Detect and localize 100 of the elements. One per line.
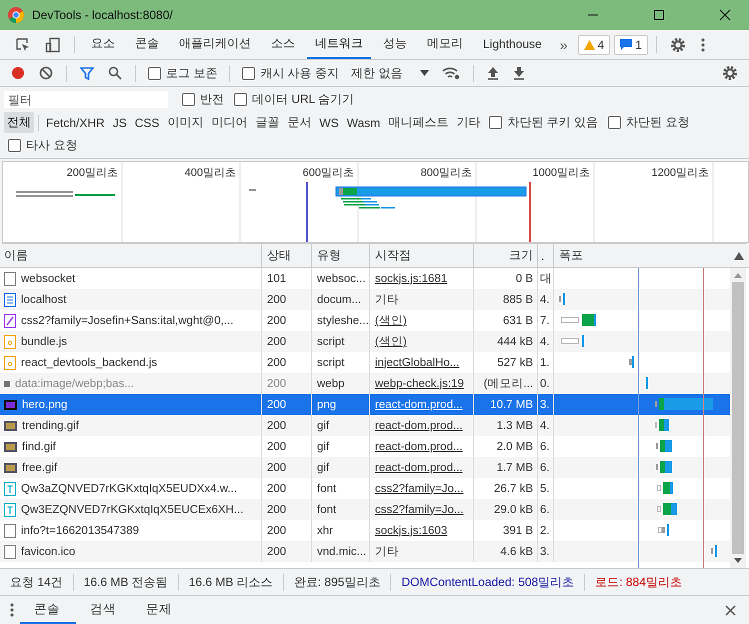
drawer-tab[interactable]: 검색 xyxy=(76,596,132,624)
initiator-link[interactable]: webp-check.js:19 xyxy=(375,378,464,390)
settings-icon[interactable] xyxy=(670,36,686,52)
clear-icon[interactable] xyxy=(39,66,53,80)
throttling-dropdown[interactable]: 제한 없음 xyxy=(347,64,434,82)
column-header[interactable]: 시작점 xyxy=(370,244,474,267)
type-cell: vnd.mic... xyxy=(312,541,370,562)
request-row[interactable]: trending.gif 200 gif react-dom.prod... 1.3 MB 4. xyxy=(0,415,730,436)
status-text: 요청 14건 xyxy=(10,574,63,590)
panel-tab[interactable]: 요소 xyxy=(83,30,123,59)
more-tabs-button[interactable]: » xyxy=(554,36,574,52)
initiator-link[interactable]: injectGlobalHo... xyxy=(375,356,460,368)
font-icon xyxy=(4,482,16,496)
initiator-link[interactable]: react-dom.prod... xyxy=(375,440,463,452)
checkbox[interactable] xyxy=(148,66,161,80)
download-icon[interactable] xyxy=(513,66,526,80)
type-filter[interactable]: 매니페스트 xyxy=(385,112,452,133)
type-filter[interactable]: Fetch/XHR xyxy=(43,114,108,132)
checkbox[interactable] xyxy=(8,139,21,152)
status-text: 완료: 895밀리초 xyxy=(294,574,380,590)
file-name: bundle.js xyxy=(21,336,68,348)
type-filter[interactable]: 글꼴 xyxy=(252,112,282,133)
network-conditions-icon[interactable] xyxy=(442,66,460,80)
request-row[interactable]: favicon.ico 200 vnd.mic... 기타 4.6 kB 3. xyxy=(0,541,730,562)
request-row[interactable]: Qw3EZQNVED7rKGKxtqIqX5EUCEx6XH... 200 font css2?family=Jo... 29.0 kB 6. xyxy=(0,499,730,520)
column-header[interactable]: 상태 xyxy=(262,244,312,267)
request-row[interactable]: bundle.js 200 script (색인) 444 kB 4. xyxy=(0,331,730,352)
message-icon xyxy=(620,39,632,50)
type-filter[interactable]: 이미지 xyxy=(164,112,206,133)
search-icon[interactable] xyxy=(108,66,122,80)
type-filter[interactable]: CSS xyxy=(132,114,162,132)
device-icon[interactable] xyxy=(45,36,61,52)
file-name: localhost xyxy=(21,294,66,306)
type-filter[interactable]: WS xyxy=(316,114,342,132)
column-header[interactable]: . xyxy=(538,244,554,267)
waterfall-bar xyxy=(656,461,672,473)
scrollbar-thumb[interactable] xyxy=(732,282,744,554)
upload-icon[interactable] xyxy=(487,66,500,80)
filter-field[interactable]: 필터 xyxy=(4,91,168,108)
request-row[interactable]: hero.png 200 png react-dom.prod... 10.7 MB 3. xyxy=(0,394,730,415)
checkbox[interactable] xyxy=(182,93,195,106)
panel-tab[interactable]: 소스 xyxy=(263,30,303,59)
close-icon[interactable] xyxy=(725,604,736,616)
inspect-icon[interactable] xyxy=(15,36,31,52)
column-header[interactable]: 크기 xyxy=(474,244,538,267)
column-header[interactable]: 유형 xyxy=(312,244,370,267)
drawer-tab[interactable]: 문제 xyxy=(132,596,188,624)
browser-logo-icon xyxy=(8,7,24,23)
messages-badge[interactable]: 1 xyxy=(614,34,648,54)
initiator-link[interactable]: react-dom.prod... xyxy=(375,398,463,410)
time-tick-label: 600밀리초 xyxy=(302,166,354,180)
initiator-link[interactable]: sockjs.js:1681 xyxy=(375,272,448,284)
file-name: websocket xyxy=(21,272,76,284)
request-row[interactable]: free.gif 200 gif react-dom.prod... 1.7 MB 6. xyxy=(0,457,730,478)
panel-tab[interactable]: 네트워크 xyxy=(307,30,371,59)
warning-icon xyxy=(584,40,595,50)
initiator-link[interactable]: (색인) xyxy=(375,313,407,328)
initiator-cell-text: 기타 xyxy=(375,545,399,559)
close-icon[interactable] xyxy=(719,9,731,21)
maximize-icon[interactable] xyxy=(653,9,665,21)
checkbox[interactable] xyxy=(242,66,256,80)
panel-tab[interactable]: 콘솔 xyxy=(127,30,167,59)
time-tick-label: 1000밀리초 xyxy=(532,166,590,180)
scroll-down-icon[interactable] xyxy=(734,558,742,563)
sort-icon[interactable] xyxy=(734,252,744,260)
panel-tab[interactable]: 메모리 xyxy=(419,30,471,59)
initiator-link[interactable]: (색인) xyxy=(375,334,407,349)
type-filter[interactable]: 전체 xyxy=(4,112,34,133)
checkbox[interactable] xyxy=(234,93,247,106)
initiator-link[interactable]: css2?family=Jo... xyxy=(375,504,464,516)
type-filter[interactable]: Wasm xyxy=(344,114,384,132)
type-filter[interactable]: 기타 xyxy=(453,112,484,133)
type-filter[interactable]: 미디어 xyxy=(208,112,250,133)
request-row[interactable]: localhost 200 docum... 기타 885 B 4. xyxy=(0,289,730,310)
request-row[interactable]: data:image/webp;bas... 200 webp webp-check.js:19 (메모리... 0. xyxy=(0,373,730,394)
initiator-link[interactable]: react-dom.prod... xyxy=(375,420,463,432)
column-header[interactable]: 이름 xyxy=(0,244,262,267)
initiator-link[interactable]: react-dom.prod... xyxy=(375,462,463,474)
record-icon[interactable] xyxy=(11,66,25,80)
more-icon[interactable] xyxy=(9,602,15,618)
initiator-link[interactable]: css2?family=Jo... xyxy=(375,482,464,494)
drawer-tab[interactable]: 콘솔 xyxy=(20,596,76,624)
initiator-link[interactable]: sockjs.js:1603 xyxy=(375,524,448,536)
panel-tab[interactable]: 애플리케이션 xyxy=(171,30,259,59)
checkbox[interactable] xyxy=(489,116,502,129)
time-cell: 3. xyxy=(538,541,554,562)
waterfall-bar xyxy=(629,356,634,368)
waterfall-bar xyxy=(657,482,673,494)
type-filter[interactable]: JS xyxy=(110,114,130,132)
checkbox[interactable] xyxy=(608,116,621,129)
warnings-badge[interactable]: 4 xyxy=(578,34,610,54)
more-icon[interactable] xyxy=(700,36,706,52)
panel-tab[interactable]: 성능 xyxy=(375,30,415,59)
filter-icon[interactable] xyxy=(80,66,94,80)
column-header[interactable]: 폭포 xyxy=(554,244,729,267)
panel-tab[interactable]: Lighthouse xyxy=(475,30,550,59)
image-thumbnail-icon xyxy=(4,380,10,386)
settings-icon[interactable] xyxy=(722,65,738,81)
type-filter[interactable]: 문서 xyxy=(284,112,314,133)
status-text: DOMContentLoaded: 508밀리초 xyxy=(401,574,574,590)
